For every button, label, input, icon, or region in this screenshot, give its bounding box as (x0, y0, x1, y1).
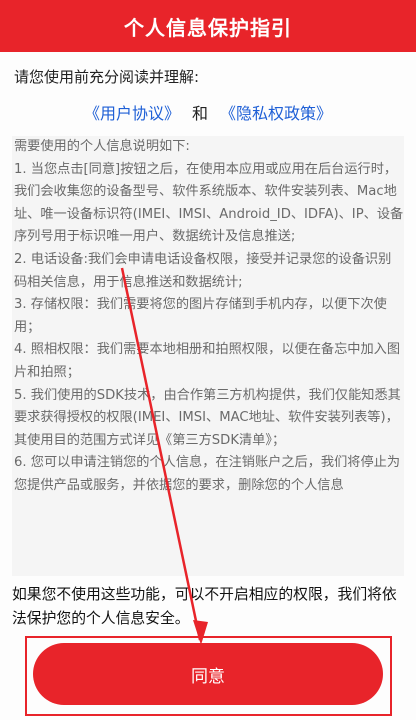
content-item-3: 3. 存储权限：我们需要将您的图片存储到手机内存，以便下次使用； (14, 297, 387, 335)
agree-button[interactable]: 同意 (33, 643, 383, 705)
intro-text: 请您使用前充分阅读并理解: (14, 68, 200, 86)
content-heading: 需要使用的个人信息说明如下: (14, 139, 190, 154)
content-item-1: 1. 当您点击[同意]按钮之后，在使用本应用或应用在后台运行时，我们会收集您的设… (14, 161, 404, 245)
and-text: 和 (191, 104, 208, 123)
dialog-title: 个人信息保护指引 (124, 15, 292, 40)
agree-button-label: 同意 (191, 666, 225, 687)
dialog-header: 个人信息保护指引 (0, 0, 416, 52)
content-item-4: 4. 照相权限：我们需要本地相册和拍照权限，以便在备忘中加入图片和拍照； (14, 342, 401, 380)
privacy-policy-link[interactable]: 《隐私权政策》 (220, 104, 332, 123)
footer-note: 如果您不使用这些功能，可以不开启相应的权限，我们将依法保护您的个人信息安全。 (12, 586, 397, 627)
content-item-6: 6. 您可以申请注销您的个人信息，在注销账户之后，我们将停止为您提供产品或服务，… (14, 455, 401, 493)
content-item-2: 2. 电话设备:我们会申请电话设备权限，接受并记录您的设备识别码相关信息，用于信… (14, 251, 392, 290)
policy-links: 《用户协议》和《隐私权政策》 (0, 100, 416, 124)
user-agreement-link[interactable]: 《用户协议》 (84, 104, 180, 123)
content-item-5: 5. 我们使用的SDK技术，由合作第三方机构提供，我们仅能知悉其要求获得授权的权… (14, 387, 401, 448)
policy-content-scroll[interactable]: 需要使用的个人信息说明如下: 1. 当您点击[同意]按钮之后，在使用本应用或应用… (12, 136, 404, 576)
